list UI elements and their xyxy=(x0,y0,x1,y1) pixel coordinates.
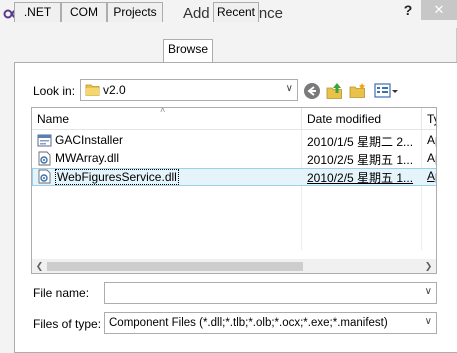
add-reference-dialog: Add Reference ? ✕ .NET COM Projects Brow… xyxy=(0,0,457,353)
new-folder-icon[interactable] xyxy=(349,82,367,100)
back-icon[interactable] xyxy=(303,82,321,100)
dll-icon xyxy=(38,151,51,166)
scrollbar-thumb[interactable] xyxy=(47,262,303,271)
list-header: Name ˄ Date modified Ty xyxy=(32,107,436,130)
scroll-right-icon[interactable]: ❯ xyxy=(421,259,436,273)
column-header-label: Name xyxy=(37,112,70,126)
tab-label: Browse xyxy=(167,42,208,56)
dll-icon xyxy=(38,169,51,184)
file-name: MWArray.dll xyxy=(55,151,119,165)
column-header-label: Date modified xyxy=(307,112,382,126)
tab-browse[interactable]: Browse xyxy=(163,39,213,62)
list-item[interactable]: MWArray.dll 2010/2/5 星期五 1... Ap xyxy=(32,150,436,168)
file-name: WebFiguresService.dll xyxy=(55,169,179,185)
file-name-input[interactable]: ∨ xyxy=(104,282,437,304)
tab-label: Recent xyxy=(216,5,256,19)
file-name-label: File name: xyxy=(33,286,90,300)
look-in-label: Look in: xyxy=(33,84,76,98)
files-of-type-select[interactable]: Component Files (*.dll;*.tlb;*.olb;*.ocx… xyxy=(104,312,437,334)
file-date: 2010/2/5 星期五 1... xyxy=(307,171,414,185)
files-of-type-label: Files of type: xyxy=(33,317,102,331)
close-button[interactable]: ✕ xyxy=(421,0,457,20)
look-in-value: v2.0 xyxy=(103,83,126,97)
up-folder-icon[interactable] xyxy=(326,82,344,100)
executable-icon xyxy=(37,134,52,147)
help-button[interactable]: ? xyxy=(396,0,420,22)
scroll-left-icon[interactable]: ❮ xyxy=(32,259,47,273)
file-date: 2010/1/5 星期二 2... xyxy=(307,135,414,149)
file-type: Ap xyxy=(427,169,436,183)
file-type: Ap xyxy=(427,151,436,165)
chevron-down-icon: ∨ xyxy=(424,286,432,297)
column-header-type[interactable]: Ty xyxy=(422,108,436,130)
chevron-down-icon: ∨ xyxy=(285,83,293,94)
file-type: Ap xyxy=(427,133,436,147)
tab-label: Projects xyxy=(113,5,157,19)
view-menu-icon[interactable] xyxy=(374,82,400,100)
file-list[interactable]: Name ˄ Date modified Ty GACInstaller 201… xyxy=(31,107,437,274)
column-header-date[interactable]: Date modified xyxy=(302,108,422,130)
tab-projects[interactable]: Projects xyxy=(107,2,163,22)
tab-recent[interactable]: Recent xyxy=(213,2,259,22)
sort-ascending-icon: ˄ xyxy=(160,107,166,115)
tab-label: COM xyxy=(70,5,98,19)
files-of-type-value: Component Files (*.dll;*.tlb;*.olb;*.ocx… xyxy=(109,317,388,329)
file-name: GACInstaller xyxy=(55,133,124,147)
file-date: 2010/2/5 星期五 1... xyxy=(307,153,414,167)
tab-net[interactable]: .NET xyxy=(14,2,61,22)
tab-com[interactable]: COM xyxy=(61,2,107,22)
tab-label: .NET xyxy=(23,5,52,19)
horizontal-scrollbar[interactable]: ❮ ❯ xyxy=(32,259,436,273)
column-header-label: Ty xyxy=(427,112,436,126)
folder-icon xyxy=(85,84,100,96)
column-header-name[interactable]: Name xyxy=(32,108,302,130)
look-in-combo[interactable]: v2.0 ∨ xyxy=(80,79,298,101)
list-item[interactable]: GACInstaller 2010/1/5 星期二 2... Ap xyxy=(32,132,436,150)
list-item-selected[interactable]: WebFiguresService.dll 2010/2/5 星期五 1... … xyxy=(32,168,436,186)
chevron-down-icon: ∨ xyxy=(424,316,432,327)
